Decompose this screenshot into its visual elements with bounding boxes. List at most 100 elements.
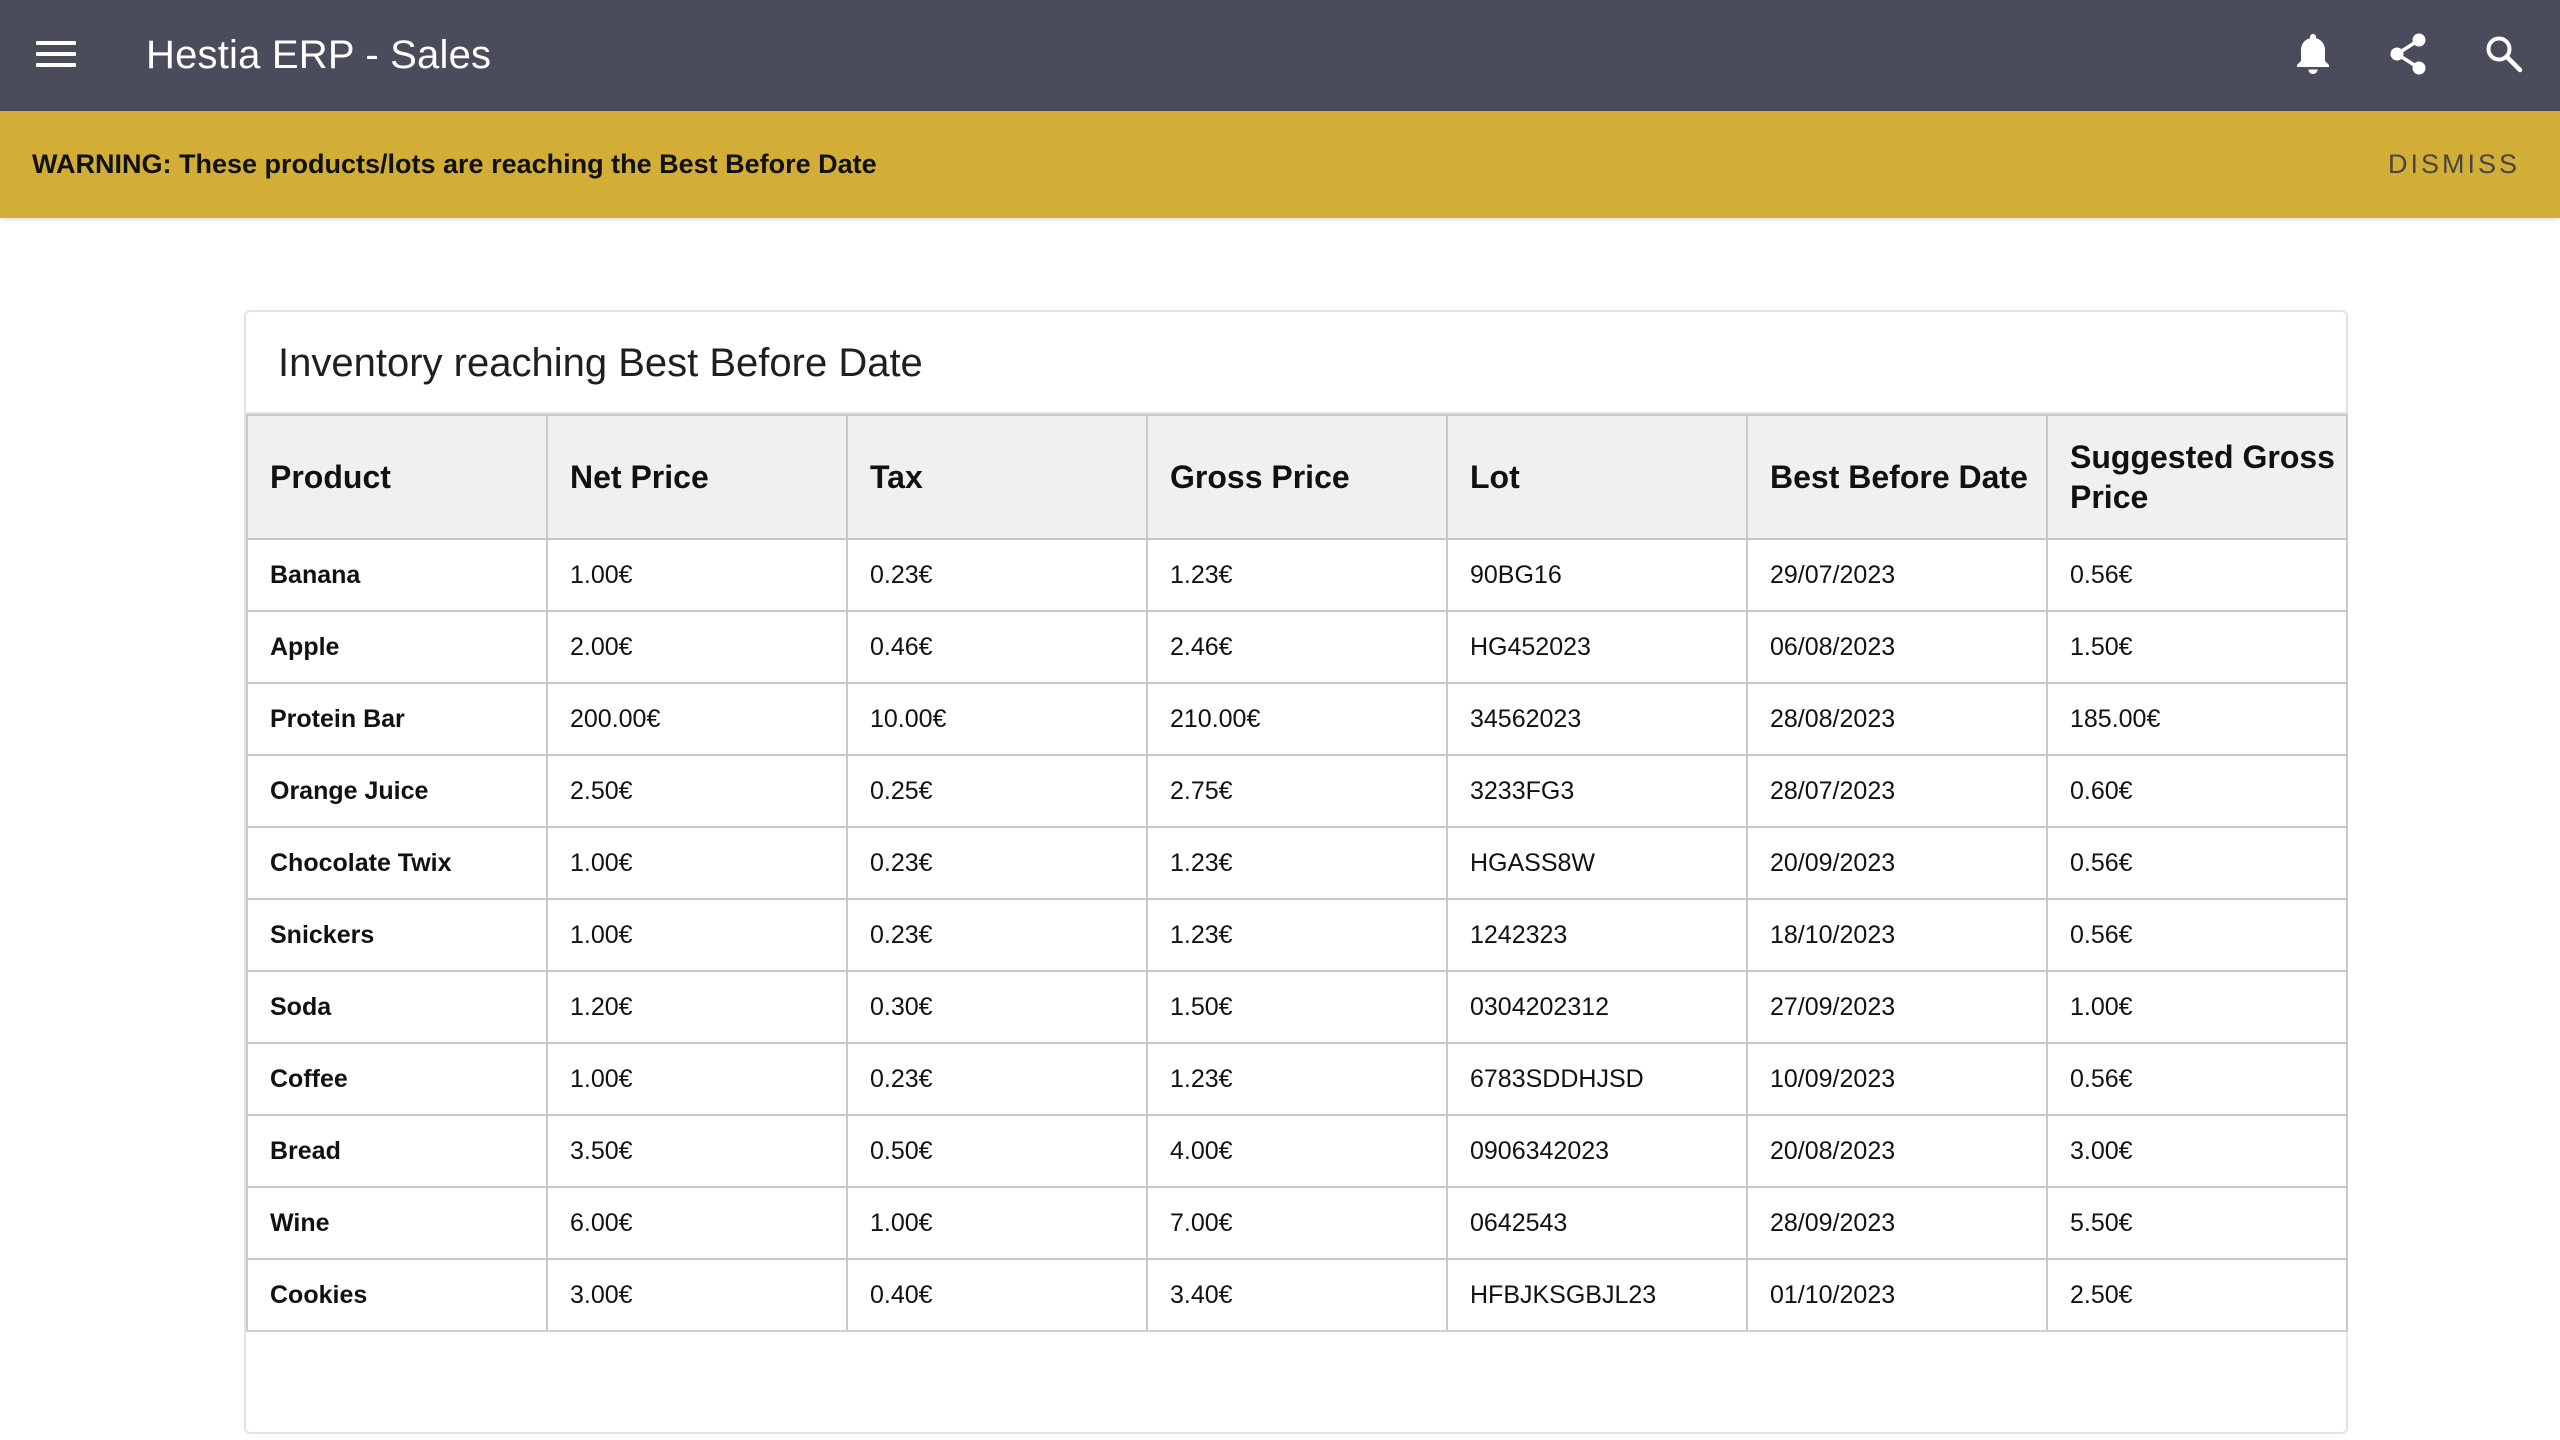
product-cell: Chocolate Twix [246, 826, 548, 900]
column-header-lot[interactable]: Lot [1446, 414, 1748, 540]
table-row[interactable]: Orange Juice 2.50€ 0.25€ 2.75€ 3233FG3 2… [246, 754, 2348, 828]
table-row[interactable]: Snickers 1.00€ 0.23€ 1.23€ 1242323 18/10… [246, 898, 2348, 972]
gross-price-cell: 1.23€ [1146, 898, 1448, 972]
inventory-table: Product Net Price Tax Gross Price Lot Be… [246, 414, 2348, 1332]
suggested-gross-price-cell: 0.56€ [2046, 1042, 2348, 1116]
table-row[interactable]: Apple 2.00€ 0.46€ 2.46€ HG452023 06/08/2… [246, 610, 2348, 684]
suggested-gross-price-cell: 0.56€ [2046, 898, 2348, 972]
suggested-gross-price-cell: 1.50€ [2046, 610, 2348, 684]
gross-price-cell: 1.23€ [1146, 1042, 1448, 1116]
net-price-cell: 1.00€ [546, 898, 848, 972]
net-price-cell: 1.00€ [546, 826, 848, 900]
product-cell: Banana [246, 538, 548, 612]
product-cell: Snickers [246, 898, 548, 972]
share-icon [2387, 32, 2429, 81]
best-before-date-cell: 28/08/2023 [1746, 682, 2048, 756]
lot-cell: 0642543 [1446, 1186, 1748, 1260]
warning-banner: WARNING: These products/lots are reachin… [0, 111, 2560, 218]
gross-price-cell: 1.50€ [1146, 970, 1448, 1044]
product-cell: Protein Bar [246, 682, 548, 756]
table-row[interactable]: Protein Bar 200.00€ 10.00€ 210.00€ 34562… [246, 682, 2348, 756]
notifications-button[interactable] [2285, 28, 2341, 84]
tax-cell: 0.30€ [846, 970, 1148, 1044]
lot-cell: 0906342023 [1446, 1114, 1748, 1188]
lot-cell: HGASS8W [1446, 826, 1748, 900]
product-cell: Orange Juice [246, 754, 548, 828]
best-before-date-cell: 06/08/2023 [1746, 610, 2048, 684]
suggested-gross-price-cell: 2.50€ [2046, 1258, 2348, 1332]
tax-cell: 0.23€ [846, 898, 1148, 972]
product-cell: Apple [246, 610, 548, 684]
tax-cell: 0.23€ [846, 538, 1148, 612]
product-cell: Cookies [246, 1258, 548, 1332]
gross-price-cell: 3.40€ [1146, 1258, 1448, 1332]
suggested-gross-price-cell: 3.00€ [2046, 1114, 2348, 1188]
best-before-date-cell: 20/09/2023 [1746, 826, 2048, 900]
net-price-cell: 2.50€ [546, 754, 848, 828]
table-header-row: Product Net Price Tax Gross Price Lot Be… [246, 414, 2348, 540]
table-row[interactable]: Wine 6.00€ 1.00€ 7.00€ 0642543 28/09/202… [246, 1186, 2348, 1260]
warning-text: WARNING: These products/lots are reachin… [32, 149, 877, 179]
column-header-product[interactable]: Product [246, 414, 548, 540]
best-before-date-cell: 29/07/2023 [1746, 538, 2048, 612]
card-title: Inventory reaching Best Before Date [278, 341, 923, 385]
table-row[interactable]: Cookies 3.00€ 0.40€ 3.40€ HFBJKSGBJL23 0… [246, 1258, 2348, 1332]
lot-cell: 0304202312 [1446, 970, 1748, 1044]
search-button[interactable] [2476, 28, 2532, 84]
product-cell: Soda [246, 970, 548, 1044]
table-row[interactable]: Chocolate Twix 1.00€ 0.23€ 1.23€ HGASS8W… [246, 826, 2348, 900]
table-row[interactable]: Soda 1.20€ 0.30€ 1.50€ 0304202312 27/09/… [246, 970, 2348, 1044]
column-header-net-price[interactable]: Net Price [546, 414, 848, 540]
app-bar: Hestia ERP - Sales [0, 0, 2560, 111]
best-before-date-cell: 28/07/2023 [1746, 754, 2048, 828]
tax-cell: 0.23€ [846, 1042, 1148, 1116]
net-price-cell: 1.00€ [546, 538, 848, 612]
tax-cell: 10.00€ [846, 682, 1148, 756]
card-footer-divider [246, 1330, 2346, 1332]
lot-cell: HG452023 [1446, 610, 1748, 684]
tax-cell: 0.46€ [846, 610, 1148, 684]
gross-price-cell: 4.00€ [1146, 1114, 1448, 1188]
net-price-cell: 200.00€ [546, 682, 848, 756]
lot-cell: 6783SDDHJSD [1446, 1042, 1748, 1116]
gross-price-cell: 1.23€ [1146, 826, 1448, 900]
gross-price-cell: 1.23€ [1146, 538, 1448, 612]
tax-cell: 0.23€ [846, 826, 1148, 900]
table-container: Product Net Price Tax Gross Price Lot Be… [246, 414, 2348, 1332]
menu-button[interactable] [28, 30, 84, 82]
net-price-cell: 1.00€ [546, 1042, 848, 1116]
lot-cell: 34562023 [1446, 682, 1748, 756]
product-cell: Wine [246, 1186, 548, 1260]
table-row[interactable]: Banana 1.00€ 0.23€ 1.23€ 90BG16 29/07/20… [246, 538, 2348, 612]
dismiss-button[interactable]: DISMISS [2388, 111, 2520, 218]
product-cell: Coffee [246, 1042, 548, 1116]
net-price-cell: 3.00€ [546, 1258, 848, 1332]
gross-price-cell: 2.46€ [1146, 610, 1448, 684]
suggested-gross-price-cell: 185.00€ [2046, 682, 2348, 756]
column-header-best-before-date[interactable]: Best Before Date [1746, 414, 2048, 540]
suggested-gross-price-cell: 0.60€ [2046, 754, 2348, 828]
column-header-suggested-gross-price[interactable]: Suggested Gross Price [2046, 414, 2348, 540]
bell-icon [2293, 32, 2333, 81]
inventory-card: Inventory reaching Best Before Date Prod… [244, 310, 2348, 1434]
net-price-cell: 6.00€ [546, 1186, 848, 1260]
net-price-cell: 2.00€ [546, 610, 848, 684]
net-price-cell: 3.50€ [546, 1114, 848, 1188]
best-before-date-cell: 18/10/2023 [1746, 898, 2048, 972]
best-before-date-cell: 01/10/2023 [1746, 1258, 2048, 1332]
lot-cell: 1242323 [1446, 898, 1748, 972]
search-icon [2484, 34, 2524, 79]
suggested-gross-price-cell: 1.00€ [2046, 970, 2348, 1044]
share-button[interactable] [2380, 28, 2436, 84]
tax-cell: 0.50€ [846, 1114, 1148, 1188]
suggested-gross-price-cell: 0.56€ [2046, 826, 2348, 900]
best-before-date-cell: 20/08/2023 [1746, 1114, 2048, 1188]
table-row[interactable]: Coffee 1.00€ 0.23€ 1.23€ 6783SDDHJSD 10/… [246, 1042, 2348, 1116]
table-row[interactable]: Bread 3.50€ 0.50€ 4.00€ 0906342023 20/08… [246, 1114, 2348, 1188]
column-header-tax[interactable]: Tax [846, 414, 1148, 540]
menu-icon [36, 38, 76, 75]
lot-cell: HFBJKSGBJL23 [1446, 1258, 1748, 1332]
gross-price-cell: 210.00€ [1146, 682, 1448, 756]
column-header-gross-price[interactable]: Gross Price [1146, 414, 1448, 540]
net-price-cell: 1.20€ [546, 970, 848, 1044]
